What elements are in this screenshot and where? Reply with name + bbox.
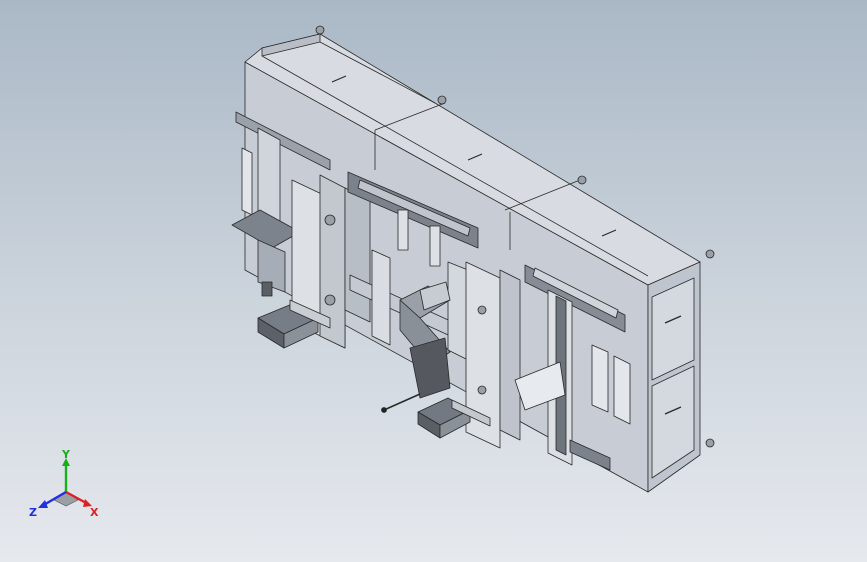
axis-triad: Y X Z [29,448,99,519]
y-axis-label: Y [61,448,71,461]
end-cabinet [647,261,701,493]
cad-viewport[interactable]: Y X Z [0,0,867,562]
center-lower-plates [465,261,521,449]
z-axis-label: Z [29,506,37,519]
assembly-model[interactable] [0,0,867,562]
x-axis-label: X [90,506,99,519]
